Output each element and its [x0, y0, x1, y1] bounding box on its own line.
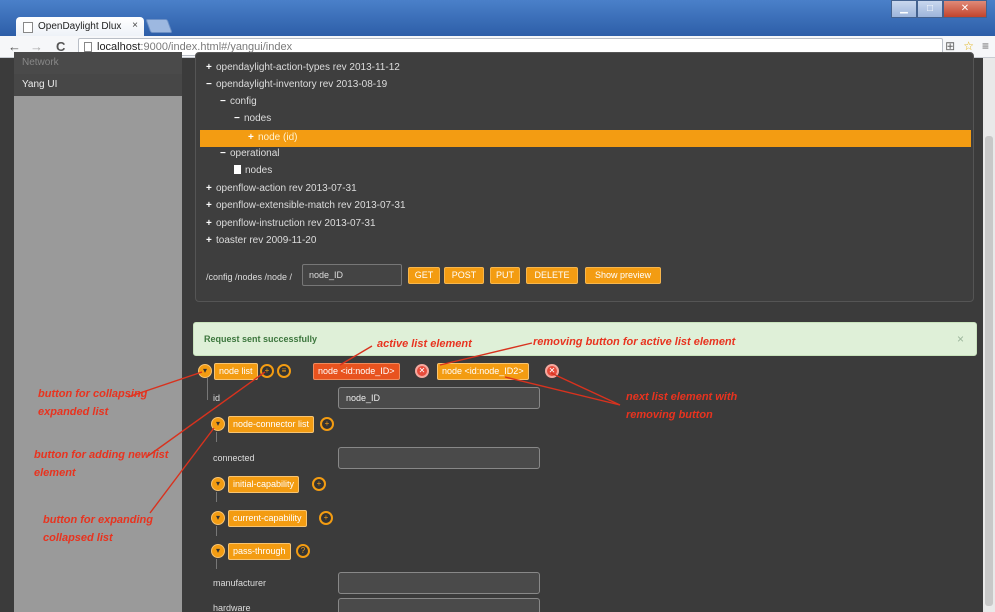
remove-next-element-button[interactable]: ✕ [545, 364, 559, 378]
new-tab-button[interactable] [145, 19, 173, 33]
manufacturer-input[interactable] [338, 572, 540, 594]
delete-button[interactable]: DELETE [526, 267, 578, 284]
alert-close-icon[interactable]: × [957, 332, 964, 346]
add-list-element-button[interactable]: + [319, 511, 333, 525]
tree-row[interactable]: + openflow-extensible-match rev 2013-07-3… [206, 200, 406, 217]
tree-row-selected[interactable]: + node (id) [200, 130, 971, 147]
expand-list-button[interactable]: ▾ [211, 511, 225, 525]
pass-through-label: pass-through [228, 543, 291, 560]
collapse-list-button[interactable]: ▾ [198, 364, 212, 378]
expand-list-button[interactable]: ▾ [211, 477, 225, 491]
sidebar-item-label: Network [22, 57, 59, 68]
id-input[interactable]: node_ID [338, 387, 540, 409]
node-connector-list-label: node-connector list [228, 416, 315, 433]
tree-row[interactable]: + openflow-instruction rev 2013-07-31 [206, 218, 376, 235]
annotation-active: active list element [377, 338, 472, 350]
tree-connector [216, 492, 217, 502]
sidebar-item-label: Yang UI [22, 79, 58, 90]
add-list-element-button[interactable]: + [320, 417, 334, 431]
node-list-label: node list [214, 363, 258, 380]
current-capability-label: current-capability [228, 510, 307, 527]
minimize-button[interactable]: ▁ [891, 0, 917, 18]
annotation-expand: button for expanding collapsed list [43, 514, 153, 544]
active-list-element[interactable]: node <id:node_ID> [313, 363, 400, 380]
tree-row[interactable]: + opendaylight-action-types rev 2013-11-1… [206, 62, 400, 79]
tree-row[interactable]: + toaster rev 2009-11-20 [206, 235, 316, 252]
tree-connector [207, 378, 208, 400]
remove-active-element-button[interactable]: ✕ [415, 364, 429, 378]
help-icon[interactable]: ? [296, 544, 310, 558]
add-list-element-button[interactable]: + [312, 477, 326, 491]
list-view-icon[interactable]: ≡ [277, 364, 291, 378]
tree-row[interactable]: − opendaylight-inventory rev 2013-08-19 [206, 79, 387, 96]
sidebar-item-network[interactable]: Network [14, 52, 182, 74]
page-icon [84, 42, 92, 52]
manufacturer-label: manufacturer [213, 578, 267, 588]
tree-connector [216, 559, 217, 569]
connected-label: connected [213, 453, 255, 463]
maximize-button[interactable]: □ [917, 0, 943, 18]
annotation-next: next list element with removing button [626, 391, 738, 421]
get-button[interactable]: GET [408, 267, 440, 284]
browser-tab[interactable]: OpenDaylight Dlux × [16, 17, 144, 36]
api-path-label: /config /nodes /node / [206, 272, 293, 282]
tree-row[interactable]: − config [220, 96, 257, 113]
page-scrollbar[interactable] [983, 58, 995, 612]
initial-capability-label: initial-capability [228, 476, 300, 493]
connected-input[interactable] [338, 447, 540, 469]
annotation-collapse: button for collapsing expanded list [38, 388, 148, 418]
yang-tree-panel: + opendaylight-action-types rev 2013-11-1… [195, 52, 974, 302]
tab-title: OpenDaylight Dlux [38, 21, 122, 32]
window-controls: ▁ □ ✕ [891, 0, 987, 18]
alert-message: Request sent successfully [204, 334, 318, 344]
tree-row[interactable]: − nodes [234, 113, 271, 130]
annotation-removing: removing button for active list element [533, 336, 736, 348]
show-preview-button[interactable]: Show preview [585, 267, 661, 284]
tab-close-icon[interactable]: × [132, 20, 138, 31]
tree-connector [216, 526, 217, 536]
translate-icon[interactable]: ⊞ [945, 39, 955, 53]
menu-icon[interactable]: ≡ [982, 39, 989, 53]
id-label: id [213, 393, 221, 403]
hardware-input[interactable] [338, 598, 540, 612]
tree-connector [216, 432, 217, 442]
path-id-input[interactable]: node_ID [302, 264, 402, 286]
page-icon [23, 22, 33, 33]
file-icon [234, 165, 241, 174]
tree-row[interactable]: − operational [220, 148, 279, 165]
star-icon[interactable]: ☆ [963, 39, 974, 53]
expand-container-button[interactable]: ▾ [211, 544, 225, 558]
post-button[interactable]: POST [444, 267, 484, 284]
hardware-label: hardware [213, 603, 251, 612]
window-titlebar: OpenDaylight Dlux × ▁ □ ✕ [0, 0, 995, 36]
tree-row[interactable]: + openflow-action rev 2013-07-31 [206, 183, 357, 200]
tree-row[interactable]: nodes [234, 165, 272, 182]
add-list-element-button[interactable]: + [260, 364, 274, 378]
toolbar-icons: ⊞ ☆ ≡ [945, 39, 989, 53]
next-list-element[interactable]: node <id:node_ID2> [437, 363, 529, 380]
scrollbar-thumb[interactable] [985, 136, 993, 606]
expand-list-button[interactable]: ▾ [211, 417, 225, 431]
put-button[interactable]: PUT [490, 267, 520, 284]
annotation-add: button for adding new list element [34, 449, 169, 479]
sidebar-item-yang-ui[interactable]: Yang UI [14, 74, 182, 96]
close-window-button[interactable]: ✕ [943, 0, 987, 18]
